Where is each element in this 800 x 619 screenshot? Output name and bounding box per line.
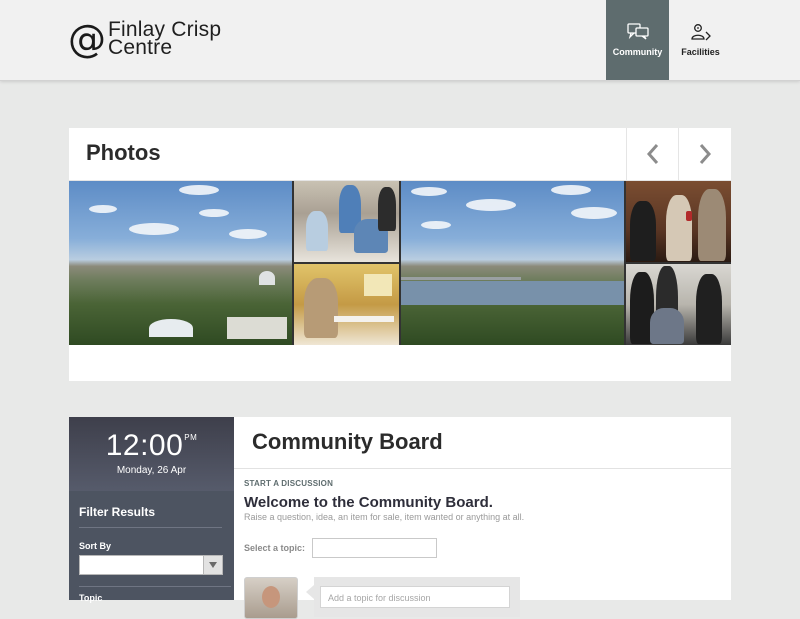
user-avatar xyxy=(244,577,298,619)
avatar-face xyxy=(262,586,280,608)
chevron-down-icon xyxy=(209,562,217,568)
left-sidebar: 12:00PM Monday, 26 Apr Filter Results So… xyxy=(69,417,234,603)
photo-landscape-lake[interactable] xyxy=(401,181,624,345)
main-nav: Community Facilities xyxy=(606,0,732,80)
chevron-left-icon xyxy=(646,144,658,164)
select-topic-label: Select a topic: xyxy=(244,543,306,553)
clock-date: Monday, 26 Apr xyxy=(116,465,187,476)
select-topic-input[interactable] xyxy=(312,538,437,558)
photo-landscape-1[interactable] xyxy=(69,181,292,345)
photos-panel: Photos xyxy=(69,128,731,381)
community-board-panel: Community Board START A DISCUSSION Welco… xyxy=(234,417,731,619)
dropdown-arrow-button[interactable] xyxy=(203,556,222,574)
photo-office-meeting[interactable] xyxy=(294,181,399,262)
board-divider xyxy=(234,468,731,469)
person-pin-icon xyxy=(690,24,711,41)
start-discussion-label: START A DISCUSSION xyxy=(244,479,334,488)
sort-by-label: Sort By xyxy=(79,541,112,551)
welcome-subtitle: Raise a question, idea, an item for sale… xyxy=(244,512,525,522)
chevron-right-icon xyxy=(699,144,711,164)
logo-text: Finlay Crisp Centre xyxy=(108,19,221,59)
logo-at-symbol: @ xyxy=(68,17,106,61)
photo-business-team[interactable] xyxy=(626,264,731,345)
nav-facilities-label: Facilities xyxy=(681,47,720,57)
photo-party[interactable] xyxy=(626,181,731,262)
filter-results-heading: Filter Results xyxy=(79,491,222,528)
sort-by-select[interactable] xyxy=(79,555,223,575)
community-board-title: Community Board xyxy=(252,429,443,454)
clock-ampm: PM xyxy=(184,433,198,442)
top-header: @ Finlay Crisp Centre Community Faciliti… xyxy=(0,0,800,81)
clock-time: 12:00PM xyxy=(69,417,234,463)
discussion-compose-box: Add a topic for discussion xyxy=(306,577,520,617)
nav-community-label: Community xyxy=(612,47,663,57)
nav-facilities[interactable]: Facilities xyxy=(669,0,732,80)
speech-bubbles-icon xyxy=(626,23,649,40)
photo-strip xyxy=(69,181,731,345)
logo-line-2: Centre xyxy=(108,36,173,59)
next-photo-button[interactable] xyxy=(678,128,730,180)
welcome-heading: Welcome to the Community Board. xyxy=(244,494,493,511)
nav-community[interactable]: Community xyxy=(606,0,669,80)
photo-office-desk[interactable] xyxy=(294,264,399,345)
clock-time-value: 12:00 xyxy=(105,429,184,462)
topic-label: Topic xyxy=(79,586,231,603)
photos-title: Photos xyxy=(86,140,161,165)
clock-widget: 12:00PM Monday, 26 Apr xyxy=(69,417,234,491)
discussion-topic-input[interactable]: Add a topic for discussion xyxy=(320,586,510,608)
logo[interactable]: @ Finlay Crisp Centre xyxy=(68,17,221,61)
prev-photo-button[interactable] xyxy=(626,128,678,180)
